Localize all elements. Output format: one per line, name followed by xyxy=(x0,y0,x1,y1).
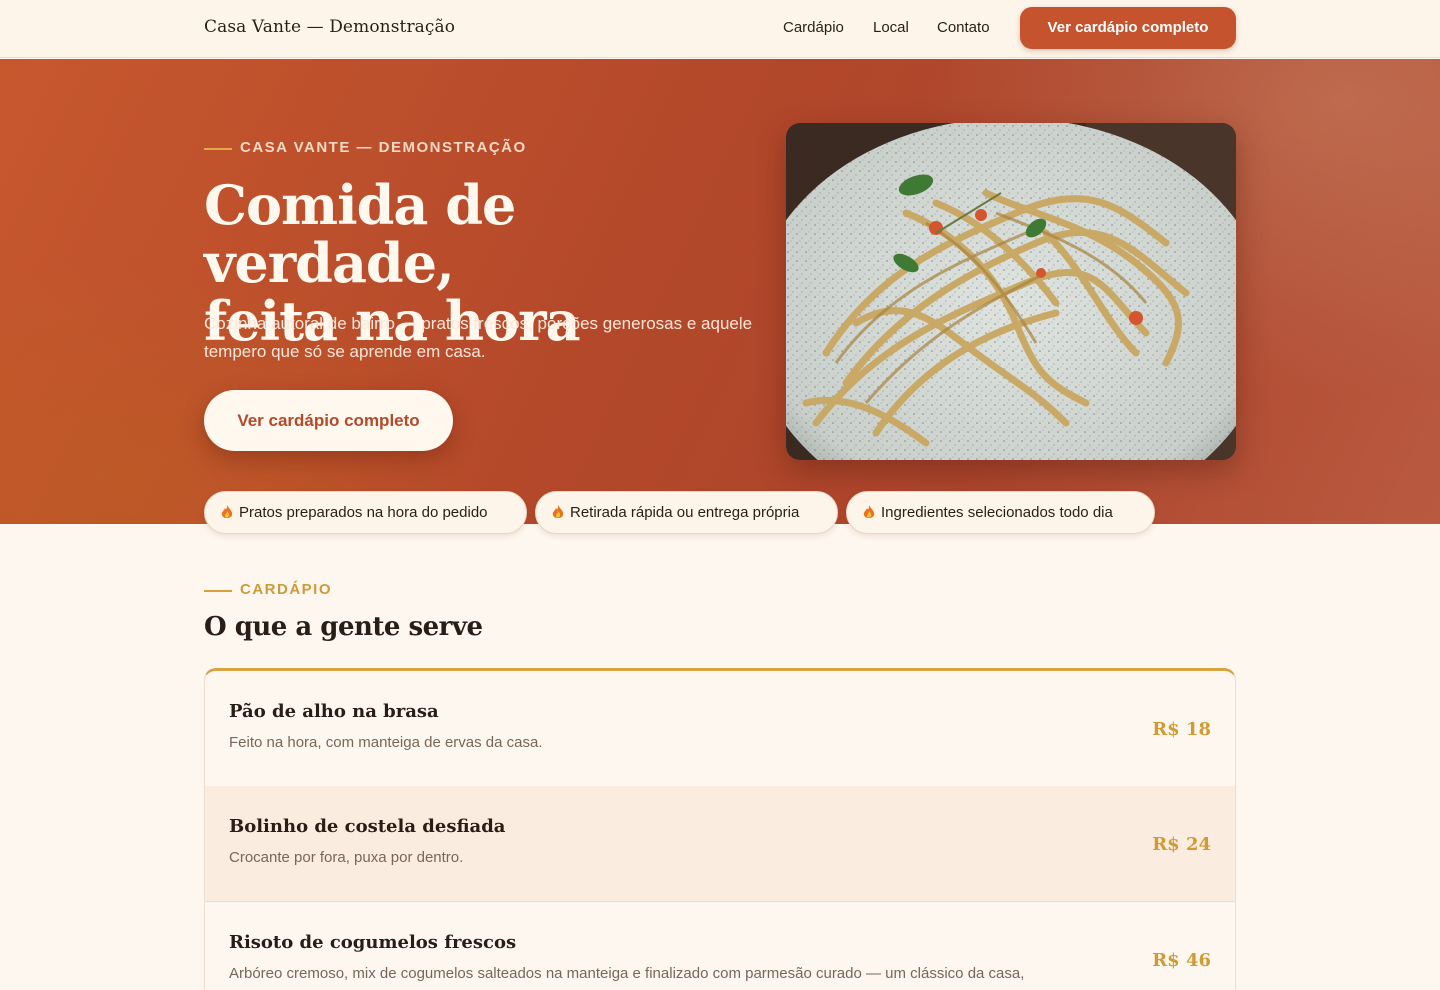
view-full-menu-button-hero[interactable]: Ver cardápio completo xyxy=(204,390,453,451)
nav-link-cardapio[interactable]: Cardápio xyxy=(783,19,844,36)
menu-item-description: Crocante por fora, puxa por dentro. xyxy=(229,849,464,866)
feature-pill-label: Retirada rápida ou entrega própria xyxy=(570,504,800,521)
feature-pill-label: Pratos preparados na hora do pedido xyxy=(239,504,488,521)
hero-subtitle: Cozinha autoral de bairro — pratos fresc… xyxy=(204,314,753,361)
menu-item-price: R$ 46 xyxy=(1152,950,1211,971)
menu-item-description: Arbóreo cremoso, mix de cogumelos saltea… xyxy=(229,965,1025,982)
menu-item-name: Bolinho de costela desfiada xyxy=(229,816,506,837)
eyebrow-divider xyxy=(204,148,232,150)
nav-link-local[interactable]: Local xyxy=(873,19,909,36)
menu-title: O que a gente serve xyxy=(204,612,483,642)
hero-title-line-1: Comida de verdade, xyxy=(204,173,516,295)
top-navigation-bar: Casa Vante — Demonstração Cardápio Local… xyxy=(0,0,1440,58)
feature-pill-pickup: Retirada rápida ou entrega própria xyxy=(535,491,838,534)
pasta-plate-photo xyxy=(786,123,1236,460)
section-divider xyxy=(204,590,232,592)
menu-item[interactable]: Bolinho de costela desfiada Crocante por… xyxy=(205,786,1235,902)
menu-item-price: R$ 18 xyxy=(1152,719,1211,740)
hero-eyebrow: CASA VANTE — DEMONSTRAÇÃO xyxy=(240,139,527,156)
menu-eyebrow: CARDÁPIO xyxy=(240,581,333,598)
feature-pill-label: Ingredientes selecionados todo dia xyxy=(881,504,1113,521)
menu-item-price: R$ 24 xyxy=(1152,834,1211,855)
feature-pill-ingredients: Ingredientes selecionados todo dia xyxy=(846,491,1155,534)
menu-item-name: Pão de alho na brasa xyxy=(229,701,439,722)
flame-icon xyxy=(221,505,233,518)
view-full-menu-button-header[interactable]: Ver cardápio completo xyxy=(1020,7,1236,49)
nav-link-contato[interactable]: Contato xyxy=(937,19,990,36)
menu-item[interactable]: Risoto de cogumelos frescos Arbóreo crem… xyxy=(205,902,1235,990)
menu-item[interactable]: Pão de alho na brasa Feito na hora, com … xyxy=(205,671,1235,787)
menu-list: Pão de alho na brasa Feito na hora, com … xyxy=(204,668,1236,990)
flame-icon xyxy=(863,505,875,518)
menu-item-description: Feito na hora, com manteiga de ervas da … xyxy=(229,734,543,751)
feature-pill-fresh: Pratos preparados na hora do pedido xyxy=(204,491,527,534)
brand-name[interactable]: Casa Vante — Demonstração xyxy=(204,17,455,37)
flame-icon xyxy=(552,505,564,518)
menu-item-name: Risoto de cogumelos frescos xyxy=(229,932,517,953)
